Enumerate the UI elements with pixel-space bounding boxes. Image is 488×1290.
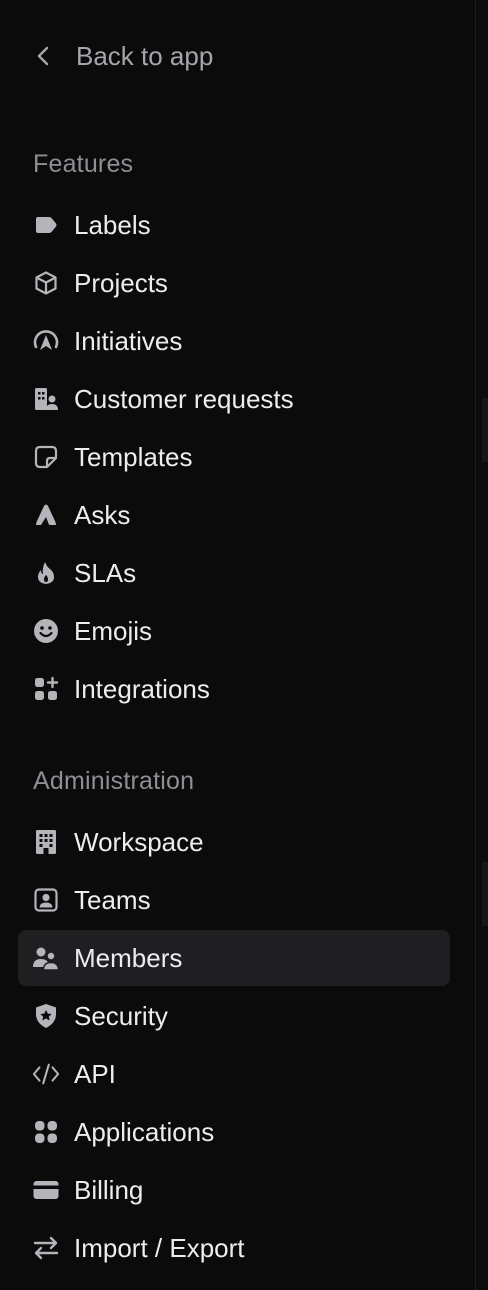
sidebar-item-label: Applications <box>74 1116 215 1147</box>
grid-plus-icon <box>32 675 60 703</box>
flame-icon <box>32 559 60 587</box>
credit-card-icon <box>32 1176 60 1204</box>
back-to-app-link[interactable]: Back to app <box>18 28 450 84</box>
sticky-note-icon <box>32 443 60 471</box>
sidebar-item-members[interactable]: Members <box>18 930 450 986</box>
team-card-icon <box>32 886 60 914</box>
sidebar-item-label: Billing <box>74 1174 144 1205</box>
sidebar-item-api[interactable]: API <box>18 1046 450 1102</box>
sidebar-item-label: Customer requests <box>74 383 294 414</box>
people-icon <box>32 944 60 972</box>
sidebar-item-integrations[interactable]: Integrations <box>18 661 450 717</box>
shield-star-icon <box>32 1002 60 1030</box>
sidebar-item-label: Teams <box>74 884 151 915</box>
sidebar-item-label: Projects <box>74 267 168 298</box>
sidebar-item-label: Templates <box>74 441 193 472</box>
sidebar-item-label: Security <box>74 1000 168 1031</box>
main-panel-edge <box>475 0 488 1290</box>
initiatives-icon <box>32 327 60 355</box>
sidebar-item-emojis[interactable]: Emojis <box>18 603 450 659</box>
code-icon <box>32 1060 60 1088</box>
sidebar-item-import-export[interactable]: Import / Export <box>18 1220 450 1276</box>
sidebar-item-label: Emojis <box>74 615 153 646</box>
sidebar-item-initiatives[interactable]: Initiatives <box>18 313 450 369</box>
sidebar-item-label: Labels <box>74 209 151 240</box>
sidebar-item-projects[interactable]: Projects <box>18 255 450 311</box>
sidebar-item-asks[interactable]: Asks <box>18 487 450 543</box>
sidebar-item-applications[interactable]: Applications <box>18 1104 450 1160</box>
tag-icon <box>32 211 60 239</box>
sidebar-item-label: Members <box>74 942 183 973</box>
chevron-left-icon <box>32 45 54 67</box>
sidebar-item-teams[interactable]: Teams <box>18 872 450 928</box>
sidebar-item-workspace[interactable]: Workspace <box>18 814 450 870</box>
sidebar-item-label: SLAs <box>74 557 137 588</box>
features-section-title: Features <box>33 150 134 178</box>
sidebar-item-label: API <box>74 1058 116 1089</box>
smiley-icon <box>32 617 60 645</box>
sidebar-item-labels[interactable]: Labels <box>18 197 450 253</box>
back-to-app-label: Back to app <box>76 40 214 71</box>
cube-icon <box>32 269 60 297</box>
arrows-swap-icon <box>32 1234 60 1262</box>
sidebar-item-templates[interactable]: Templates <box>18 429 450 485</box>
sidebar-item-billing[interactable]: Billing <box>18 1162 450 1218</box>
customer-requests-icon <box>32 385 60 413</box>
sidebar-item-slas[interactable]: SLAs <box>18 545 450 601</box>
administration-section-title: Administration <box>33 767 195 795</box>
sidebar-item-customer-requests[interactable]: Customer requests <box>18 371 450 427</box>
sidebar-item-label: Workspace <box>74 826 204 857</box>
edge-mark <box>482 862 488 926</box>
sidebar-item-label: Import / Export <box>74 1232 245 1263</box>
building-icon <box>32 828 60 856</box>
sidebar-item-label: Initiatives <box>74 325 183 356</box>
settings-sidebar: Back to app Features Labels Projects Ini… <box>0 0 476 1290</box>
sidebar-item-label: Asks <box>74 499 131 530</box>
sidebar-item-security[interactable]: Security <box>18 988 450 1044</box>
edge-mark <box>482 398 488 462</box>
sidebar-item-label: Integrations <box>74 673 210 704</box>
apps-icon <box>32 1118 60 1146</box>
asks-icon <box>32 501 60 529</box>
